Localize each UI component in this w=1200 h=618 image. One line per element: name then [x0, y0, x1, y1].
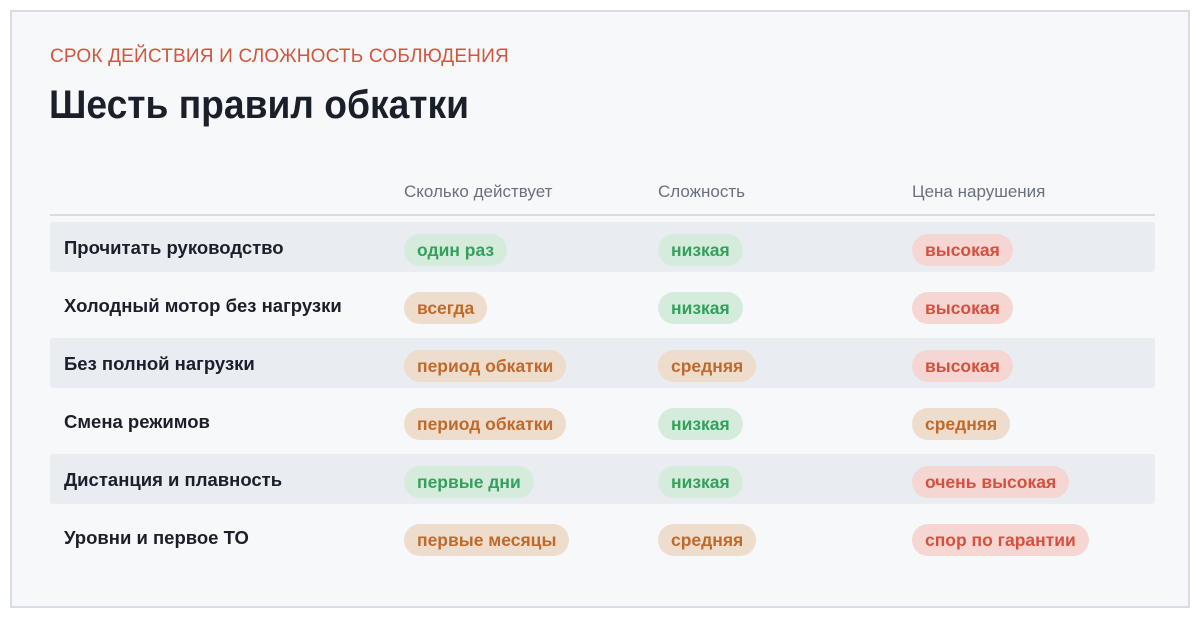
table-row: Прочитать руководство один раз низкая вы… — [50, 222, 1155, 272]
table-row: Дистанция и плавность первые дни низкая … — [50, 454, 1155, 504]
rule-name: Прочитать руководство — [64, 237, 284, 258]
rule-name: Без полной нагрузки — [64, 353, 255, 374]
duration-badge: всегда — [404, 292, 488, 324]
difficulty-badge: низкая — [658, 466, 743, 498]
cost-badge: средняя — [912, 408, 1011, 440]
duration-badge: период обкатки — [404, 408, 567, 440]
duration-badge: период обкатки — [404, 350, 567, 382]
difficulty-badge: низкая — [658, 408, 743, 440]
rules-card: СРОК ДЕЙСТВИЯ И СЛОЖНОСТЬ СОБЛЮДЕНИЯ Шес… — [10, 10, 1190, 608]
column-header-difficulty: Сложность — [658, 182, 746, 201]
page-title: Шесть правил обкатки — [49, 83, 469, 127]
table-row: Без полной нагрузки период обкатки средн… — [50, 338, 1155, 388]
table-header: Сколько действует Сложность Цена нарушен… — [50, 180, 1155, 216]
rule-name: Смена режимов — [64, 411, 210, 432]
difficulty-badge: низкая — [658, 292, 743, 324]
column-header-cost: Цена нарушения — [912, 182, 1046, 201]
cost-badge: высокая — [912, 350, 1013, 382]
rule-name: Холодный мотор без нагрузки — [64, 295, 342, 316]
cost-badge: спор по гарантии — [912, 524, 1089, 556]
column-header-duration: Сколько действует — [404, 182, 553, 201]
difficulty-badge: средняя — [658, 350, 757, 382]
cost-badge: высокая — [912, 292, 1013, 324]
difficulty-badge: низкая — [658, 234, 743, 266]
duration-badge: первые дни — [404, 466, 534, 498]
difficulty-badge: средняя — [658, 524, 757, 556]
duration-badge: первые месяцы — [404, 524, 570, 556]
duration-badge: один раз — [404, 234, 508, 266]
table-row: Холодный мотор без нагрузки всегда низка… — [50, 280, 1155, 330]
table-row: Смена режимов период обкатки низкая сред… — [50, 396, 1155, 446]
eyebrow-text: СРОК ДЕЙСТВИЯ И СЛОЖНОСТЬ СОБЛЮДЕНИЯ — [50, 46, 509, 67]
rule-name: Дистанция и плавность — [64, 469, 283, 490]
cost-badge: высокая — [912, 234, 1013, 266]
cost-badge: очень высокая — [912, 466, 1070, 498]
table-row: Уровни и первое ТО первые месяцы средняя… — [50, 512, 1155, 562]
rule-name: Уровни и первое ТО — [64, 527, 249, 548]
